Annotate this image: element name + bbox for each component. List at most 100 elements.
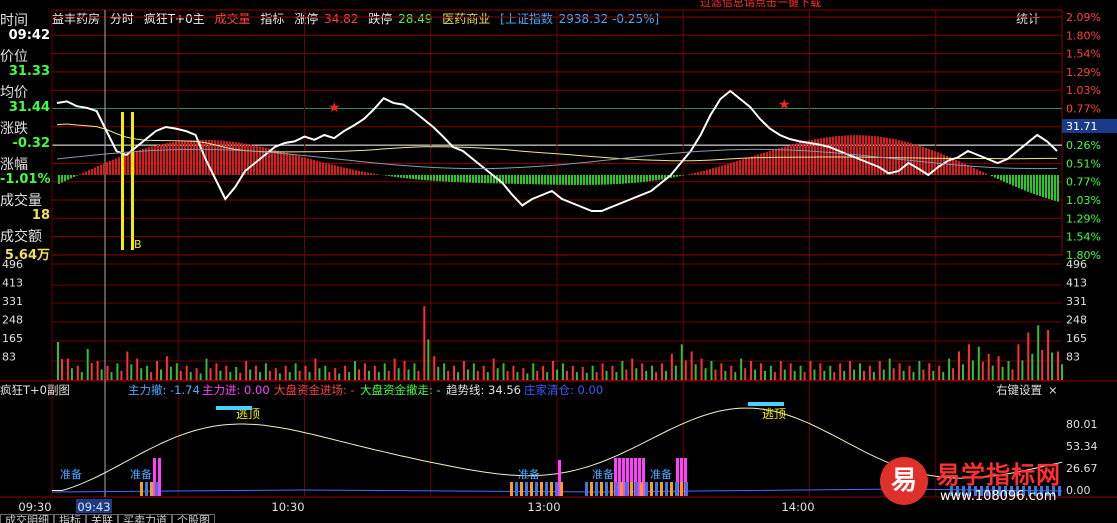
volume-bar (126, 351, 129, 380)
energy-bar-red (160, 144, 162, 175)
volume-bar (348, 372, 351, 380)
market-flow-bar (145, 482, 148, 496)
tab-indicator[interactable]: 指标 (54, 514, 86, 523)
volume-bar (997, 356, 1000, 380)
volume-bar (344, 365, 347, 380)
tab-trades[interactable]: 成交明细 (0, 514, 54, 523)
energy-bar-green (598, 175, 600, 185)
volume-bar (948, 358, 951, 380)
energy-bar-red (982, 172, 984, 175)
energy-bar-green (1030, 175, 1032, 193)
energy-bar-green (1009, 175, 1011, 185)
volume-bar (1021, 360, 1024, 380)
energy-bar-green (628, 175, 630, 184)
volume-bar (754, 369, 757, 380)
energy-bar-green (1045, 175, 1047, 199)
energy-bar-red (874, 136, 876, 175)
energy-bar-red (721, 165, 723, 175)
volume-bar (813, 369, 816, 380)
energy-bar-red (976, 169, 978, 175)
energy-bar-red (304, 157, 306, 175)
volume-bar (209, 368, 212, 380)
market-flow-bar (605, 482, 608, 496)
energy-bar-green (577, 175, 579, 185)
energy-bar-red (985, 173, 987, 175)
volume-bar (328, 372, 331, 380)
energy-bar-red (796, 143, 798, 175)
energy-bar-green (682, 175, 684, 176)
volume-bar (829, 365, 832, 380)
energy-bar-red (223, 140, 225, 175)
energy-bar-red (157, 145, 159, 175)
energy-bar-red (88, 170, 90, 175)
energy-bar-green (589, 175, 591, 185)
flee-label: 逃顶 (762, 407, 786, 421)
energy-bar-red (370, 173, 372, 175)
market-flow-bar (610, 482, 613, 496)
close-sub-button[interactable]: × (1048, 383, 1058, 397)
price-axis-label: 1.29% (1066, 66, 1101, 79)
energy-bar-red (808, 140, 810, 175)
volume-bar (457, 372, 460, 380)
energy-bar-green (601, 175, 603, 185)
energy-bar-red (163, 143, 165, 175)
energy-bar-green (994, 175, 996, 178)
volume-bar (621, 360, 624, 380)
energy-bar-green (1033, 175, 1035, 195)
energy-bar-green (535, 175, 537, 185)
energy-bar-red (94, 167, 96, 175)
volume-bar (803, 372, 806, 380)
volume-bar (110, 372, 113, 380)
volume-bar (199, 373, 202, 380)
energy-bar-red (700, 171, 702, 175)
volume-bar (57, 341, 59, 380)
energy-bar-red (790, 144, 792, 175)
tab-related[interactable]: 关联 (86, 514, 118, 523)
market-flow-bar (540, 482, 543, 496)
volume-bar (720, 363, 723, 380)
volume-bar (354, 360, 357, 380)
energy-bar-green (505, 175, 507, 184)
volume-bar (635, 368, 638, 380)
energy-bar-red (181, 140, 183, 175)
volume-bar (700, 358, 703, 380)
tab-buy-sell[interactable]: 买卖力道 (118, 514, 172, 523)
energy-bar-red (727, 163, 729, 175)
energy-bar-green (658, 175, 660, 180)
volume-bar (878, 360, 881, 380)
main-out-value: 主力撤: -1.74 (128, 383, 200, 397)
energy-bar-red (961, 162, 963, 175)
volume-bar (140, 368, 143, 380)
logo-icon: 易 (880, 457, 928, 505)
energy-bar-red (301, 156, 303, 175)
volume-bar (1001, 366, 1004, 380)
volume-bar (86, 349, 89, 380)
intraday-chart[interactable]: ★ ★ B 2.09% 1.80% 1.54% 1.29% 1.03% 0.77% 0.51% 0… (0, 0, 1117, 523)
volume-bar (645, 370, 648, 380)
energy-bar-green (466, 175, 468, 183)
volume-bar (338, 373, 341, 380)
settings-button[interactable]: 右键设置 (996, 383, 1042, 397)
volume-bar (215, 363, 218, 380)
energy-bar-red (373, 173, 375, 175)
volume-bar (556, 369, 559, 380)
volume-axis-label-left: 413 (2, 277, 23, 290)
volume-bar (536, 370, 539, 380)
volume-bar (403, 360, 406, 380)
energy-bar-red (346, 168, 348, 175)
volume-bar (96, 360, 99, 380)
volume-bar (902, 370, 905, 380)
tab-stock-chart[interactable]: 个股图 (172, 514, 215, 523)
volume-bar (868, 365, 871, 380)
energy-bar-green (478, 175, 480, 183)
energy-bar-red (178, 141, 180, 175)
sub-title[interactable]: 疯狂T+0副图 (0, 383, 70, 397)
energy-bar-red (274, 149, 276, 175)
energy-bar-red (736, 161, 738, 175)
energy-bar-red (733, 162, 735, 175)
volume-bar (462, 360, 465, 380)
energy-bar-green (991, 175, 993, 177)
energy-bar-red (952, 158, 954, 175)
flee-marker (748, 402, 784, 406)
volume-bar (779, 360, 782, 380)
